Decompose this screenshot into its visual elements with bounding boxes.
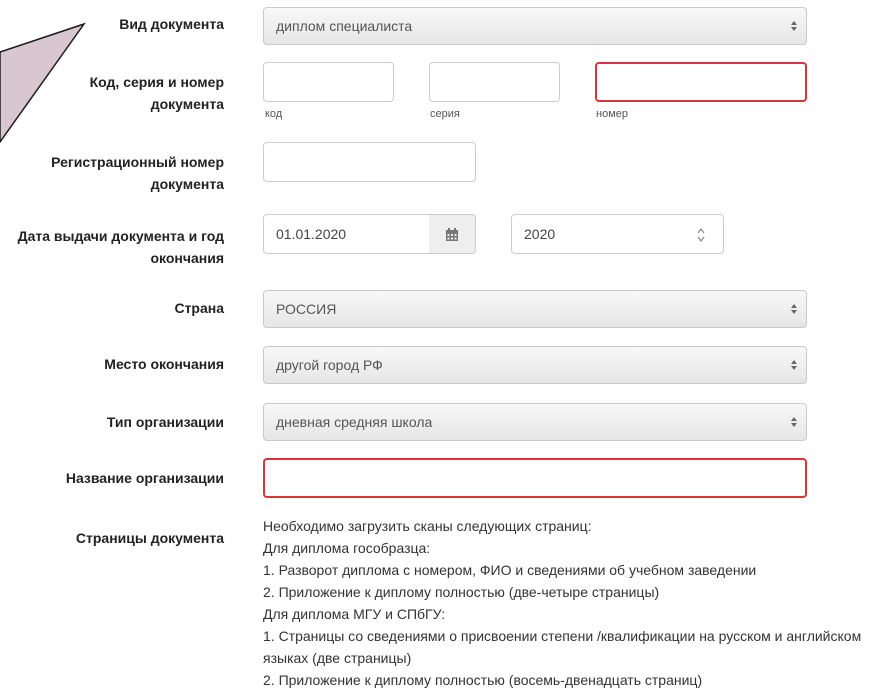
graduation-year-value: 2020 (524, 226, 556, 242)
doc-code-input[interactable] (263, 62, 394, 102)
org-type-label: Тип организации (106, 414, 224, 430)
updown-arrows-icon (791, 417, 797, 427)
reg-number-input[interactable] (263, 142, 476, 182)
country-value: РОССИЯ (276, 301, 337, 317)
country-label: Страна (174, 300, 224, 316)
spinner-arrows-icon[interactable] (697, 227, 705, 243)
doc-type-value: диплом специалиста (276, 18, 413, 34)
doc-series-input[interactable] (429, 62, 560, 102)
doc-number-input[interactable] (595, 62, 807, 102)
doc-type-label: Вид документа (119, 16, 224, 32)
updown-arrows-icon (791, 360, 797, 370)
calendar-button[interactable] (429, 214, 476, 254)
doc-code-label: Код, серия и номер документа (89, 74, 224, 112)
doc-number-hint: номер (596, 108, 628, 120)
calendar-icon (446, 228, 458, 241)
doc-code-hint: код (265, 108, 283, 120)
place-select[interactable]: другой город РФ (263, 346, 807, 384)
pages-line: 2. Приложение к диплому полностью (восем… (263, 672, 703, 688)
org-type-select[interactable]: дневная средняя школа (263, 403, 807, 441)
org-name-input[interactable] (263, 458, 807, 498)
place-label: Место окончания (104, 356, 224, 372)
updown-arrows-icon (791, 304, 797, 314)
org-name-label: Название организации (65, 470, 224, 486)
graduation-year-input[interactable]: 2020 (511, 214, 724, 254)
issue-date-input[interactable]: 01.01.2020 (263, 214, 430, 254)
issue-label: Дата выдачи документа и год окончания (17, 228, 224, 266)
pages-label: Страницы документа (75, 530, 224, 546)
updown-arrows-icon (791, 21, 797, 31)
country-select[interactable]: РОССИЯ (263, 290, 807, 328)
org-type-value: дневная средняя школа (276, 414, 433, 430)
pages-instructions: Необходимо загрузить сканы следующих стр… (263, 515, 873, 691)
pages-line: Для диплома гособразца: (263, 540, 431, 556)
pages-line: 1. Страницы со сведениями о присвоении с… (263, 628, 862, 666)
doc-series-hint: серия (430, 108, 460, 120)
pages-line: Необходимо загрузить сканы следующих стр… (263, 518, 592, 534)
place-value: другой город РФ (276, 357, 383, 373)
pages-line: 1. Разворот диплома с номером, ФИО и све… (263, 562, 757, 578)
pages-line: Для диплома МГУ и СПбГУ: (263, 606, 446, 622)
doc-type-select[interactable]: диплом специалиста (263, 7, 807, 45)
pages-line: 2. Приложение к диплому полностью (две-ч… (263, 584, 660, 600)
reg-number-label: Регистрационный номер документа (51, 154, 224, 192)
